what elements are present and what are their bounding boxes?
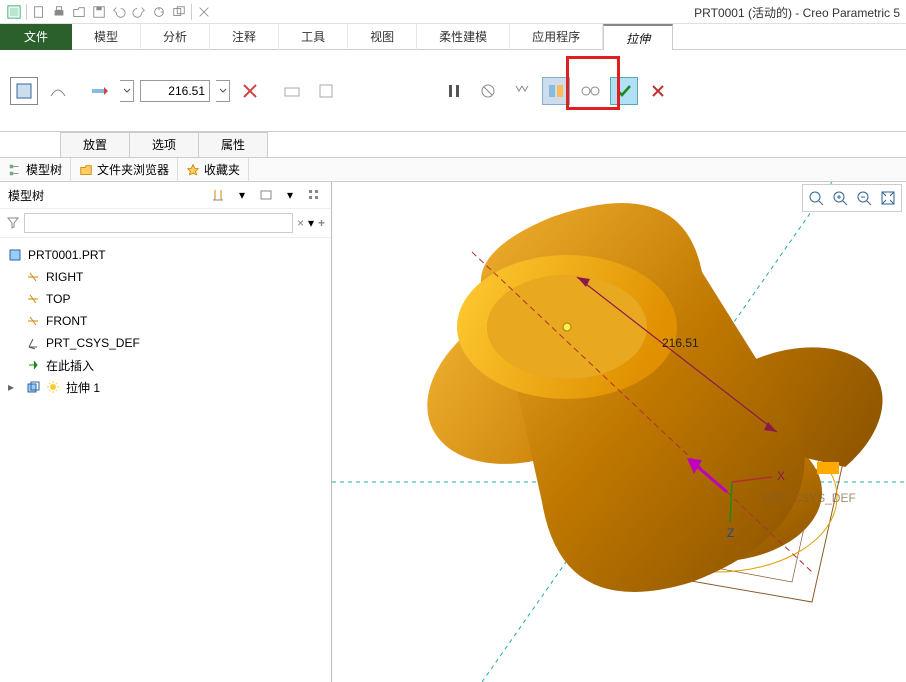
- depth-input-dropdown[interactable]: [216, 80, 230, 102]
- window-title: PRT0001 (活动的) - Creo Parametric 5: [694, 0, 906, 24]
- tab-file[interactable]: 文件: [0, 24, 72, 50]
- tab-apps[interactable]: 应用程序: [510, 24, 603, 50]
- close-icon[interactable]: [194, 2, 214, 22]
- regen-icon[interactable]: [149, 2, 169, 22]
- tree-tool-dd-1[interactable]: ▾: [233, 186, 251, 204]
- depth-input[interactable]: [140, 80, 210, 102]
- tab-model[interactable]: 模型: [72, 24, 141, 50]
- part-icon: [8, 248, 22, 262]
- no-preview-icon[interactable]: [474, 77, 502, 105]
- print-icon[interactable]: [49, 2, 69, 22]
- zoom-out-icon[interactable]: [853, 187, 875, 209]
- subtab-properties[interactable]: 属性: [198, 132, 268, 157]
- insert-icon: [26, 358, 40, 372]
- filter-dd-icon[interactable]: ▾: [308, 216, 314, 230]
- tab-flex[interactable]: 柔性建模: [417, 24, 510, 50]
- filter-input[interactable]: [24, 213, 293, 233]
- tab-view[interactable]: 视图: [348, 24, 417, 50]
- viewport[interactable]: 216.51 X Z PRT_CSYS_DEF: [332, 182, 906, 682]
- tree-insert-here[interactable]: 在此插入: [4, 354, 327, 376]
- tree-tool-2-icon[interactable]: [257, 186, 275, 204]
- tree-csys[interactable]: PRT_CSYS_DEF: [4, 332, 327, 354]
- tree-root-label: PRT0001.PRT: [28, 248, 106, 262]
- glasses-icon[interactable]: [576, 77, 604, 105]
- solid-icon[interactable]: [10, 77, 38, 105]
- surface-icon[interactable]: [44, 77, 72, 105]
- subtab-placement[interactable]: 放置: [60, 132, 130, 157]
- tab-annotate[interactable]: 注释: [210, 24, 279, 50]
- flip-icon[interactable]: [236, 77, 264, 105]
- preview-attached-icon[interactable]: [542, 77, 570, 105]
- tree-extrude-label: 拉伸 1: [66, 379, 100, 396]
- datum-icon: [26, 270, 40, 284]
- new-icon[interactable]: [29, 2, 49, 22]
- save-icon[interactable]: [89, 2, 109, 22]
- svg-text:Z: Z: [727, 526, 734, 540]
- verify-icon[interactable]: [508, 77, 536, 105]
- tree-datum-front[interactable]: FRONT: [4, 310, 327, 332]
- subtab-options[interactable]: 选项: [129, 132, 199, 157]
- browser-favorites[interactable]: 收藏夹: [178, 158, 249, 182]
- tree-datum-top[interactable]: TOP: [4, 288, 327, 310]
- tree-header: 模型树: [8, 187, 44, 204]
- filter-icon[interactable]: [6, 215, 20, 232]
- tree-top-label: TOP: [46, 292, 70, 306]
- csys-icon: [26, 336, 40, 350]
- dimension-label: 216.51: [662, 336, 699, 350]
- datum-icon: [26, 314, 40, 328]
- windows-icon[interactable]: [169, 2, 189, 22]
- tree-insert-label: 在此插入: [46, 357, 94, 374]
- svg-text:PRT_CSYS_DEF: PRT_CSYS_DEF: [762, 491, 856, 505]
- expander-icon[interactable]: ▸: [8, 380, 20, 394]
- open-icon[interactable]: [69, 2, 89, 22]
- zoom-fit-icon[interactable]: [805, 187, 827, 209]
- tab-extrude[interactable]: 拉伸: [603, 24, 673, 50]
- depth-type-icon[interactable]: [86, 77, 114, 105]
- undo-icon[interactable]: [109, 2, 129, 22]
- redo-icon[interactable]: [129, 2, 149, 22]
- pause-icon[interactable]: [440, 77, 468, 105]
- browser-folders[interactable]: 文件夹浏览器: [71, 158, 178, 182]
- cancel-button[interactable]: [644, 77, 672, 105]
- svg-text:X: X: [777, 469, 785, 483]
- tab-analysis[interactable]: 分析: [141, 24, 210, 50]
- browser-model-tree-label: 模型树: [26, 161, 62, 178]
- browser-favorites-label: 收藏夹: [204, 161, 240, 178]
- tree-root[interactable]: PRT0001.PRT: [4, 244, 327, 266]
- tree-extrude-feature[interactable]: ▸ 拉伸 1: [4, 376, 327, 398]
- tab-tools[interactable]: 工具: [279, 24, 348, 50]
- zoom-in-icon[interactable]: [829, 187, 851, 209]
- tree-tool-3-icon[interactable]: [305, 186, 323, 204]
- tree-csys-label: PRT_CSYS_DEF: [46, 336, 140, 350]
- tree-tool-dd-2[interactable]: ▾: [281, 186, 299, 204]
- accept-button[interactable]: [610, 77, 638, 105]
- datum-icon: [26, 292, 40, 306]
- refit-icon[interactable]: [877, 187, 899, 209]
- extrude-icon: [26, 380, 40, 394]
- thicken-icon[interactable]: [312, 77, 340, 105]
- browser-folders-label: 文件夹浏览器: [97, 161, 169, 178]
- remove-material-icon[interactable]: [278, 77, 306, 105]
- filter-add-icon[interactable]: +: [318, 216, 325, 230]
- depth-type-dropdown[interactable]: [120, 80, 134, 102]
- tree-front-label: FRONT: [46, 314, 87, 328]
- sun-icon: [46, 380, 60, 394]
- tree-tool-1-icon[interactable]: [209, 186, 227, 204]
- tree-datum-right[interactable]: RIGHT: [4, 266, 327, 288]
- browser-model-tree[interactable]: 模型树: [0, 158, 71, 182]
- app-menu-icon[interactable]: [4, 2, 24, 22]
- filter-clear-icon[interactable]: ×: [297, 216, 304, 230]
- tree-right-label: RIGHT: [46, 270, 83, 284]
